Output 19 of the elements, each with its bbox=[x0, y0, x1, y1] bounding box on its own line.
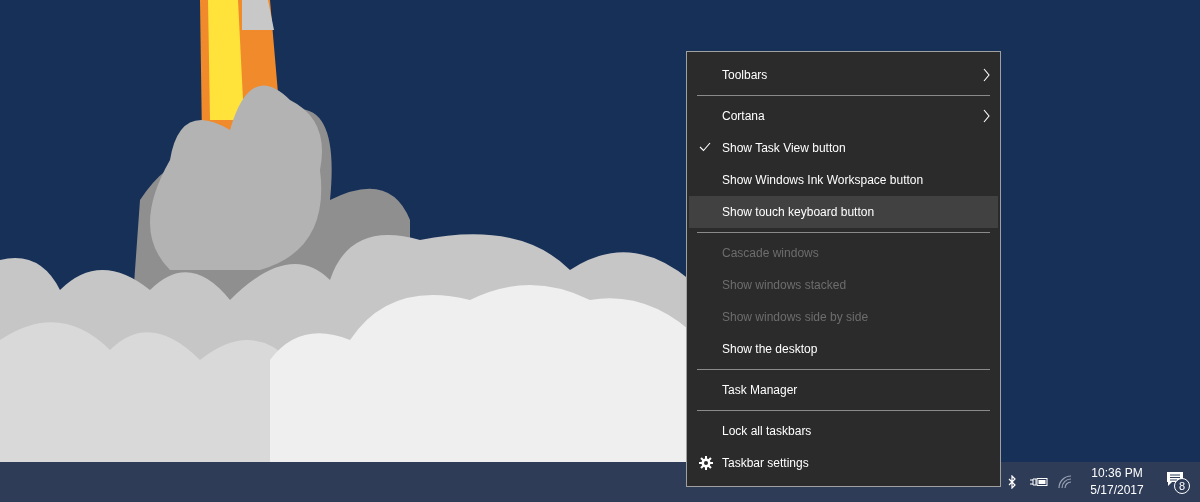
chevron-right-icon bbox=[983, 109, 990, 123]
bluetooth-icon[interactable] bbox=[1008, 475, 1016, 489]
notification-count-badge: 8 bbox=[1174, 478, 1190, 494]
menu-item[interactable]: Show touch keyboard button bbox=[689, 196, 998, 228]
wifi-icon[interactable] bbox=[1058, 475, 1072, 489]
battery-icon[interactable] bbox=[1030, 477, 1048, 487]
clock-date: 5/17/2017 bbox=[1090, 482, 1144, 499]
menu-item[interactable]: Task Manager bbox=[689, 374, 998, 406]
menu-item[interactable]: Show Windows Ink Workspace button bbox=[689, 164, 998, 196]
clock[interactable]: 10:36 PM 5/17/2017 bbox=[1082, 465, 1152, 499]
menu-item[interactable]: Show the desktop bbox=[689, 333, 998, 365]
clock-time: 10:36 PM bbox=[1091, 465, 1143, 482]
settings-icon bbox=[699, 456, 713, 470]
menu-item[interactable]: Taskbar settings bbox=[689, 447, 998, 479]
menu-item[interactable]: Lock all taskbars bbox=[689, 415, 998, 447]
menu-item[interactable]: Show Task View button bbox=[689, 132, 998, 164]
menu-item[interactable]: Cortana bbox=[689, 100, 998, 132]
menu-item[interactable]: Toolbars bbox=[689, 59, 998, 91]
chevron-right-icon bbox=[983, 68, 990, 82]
